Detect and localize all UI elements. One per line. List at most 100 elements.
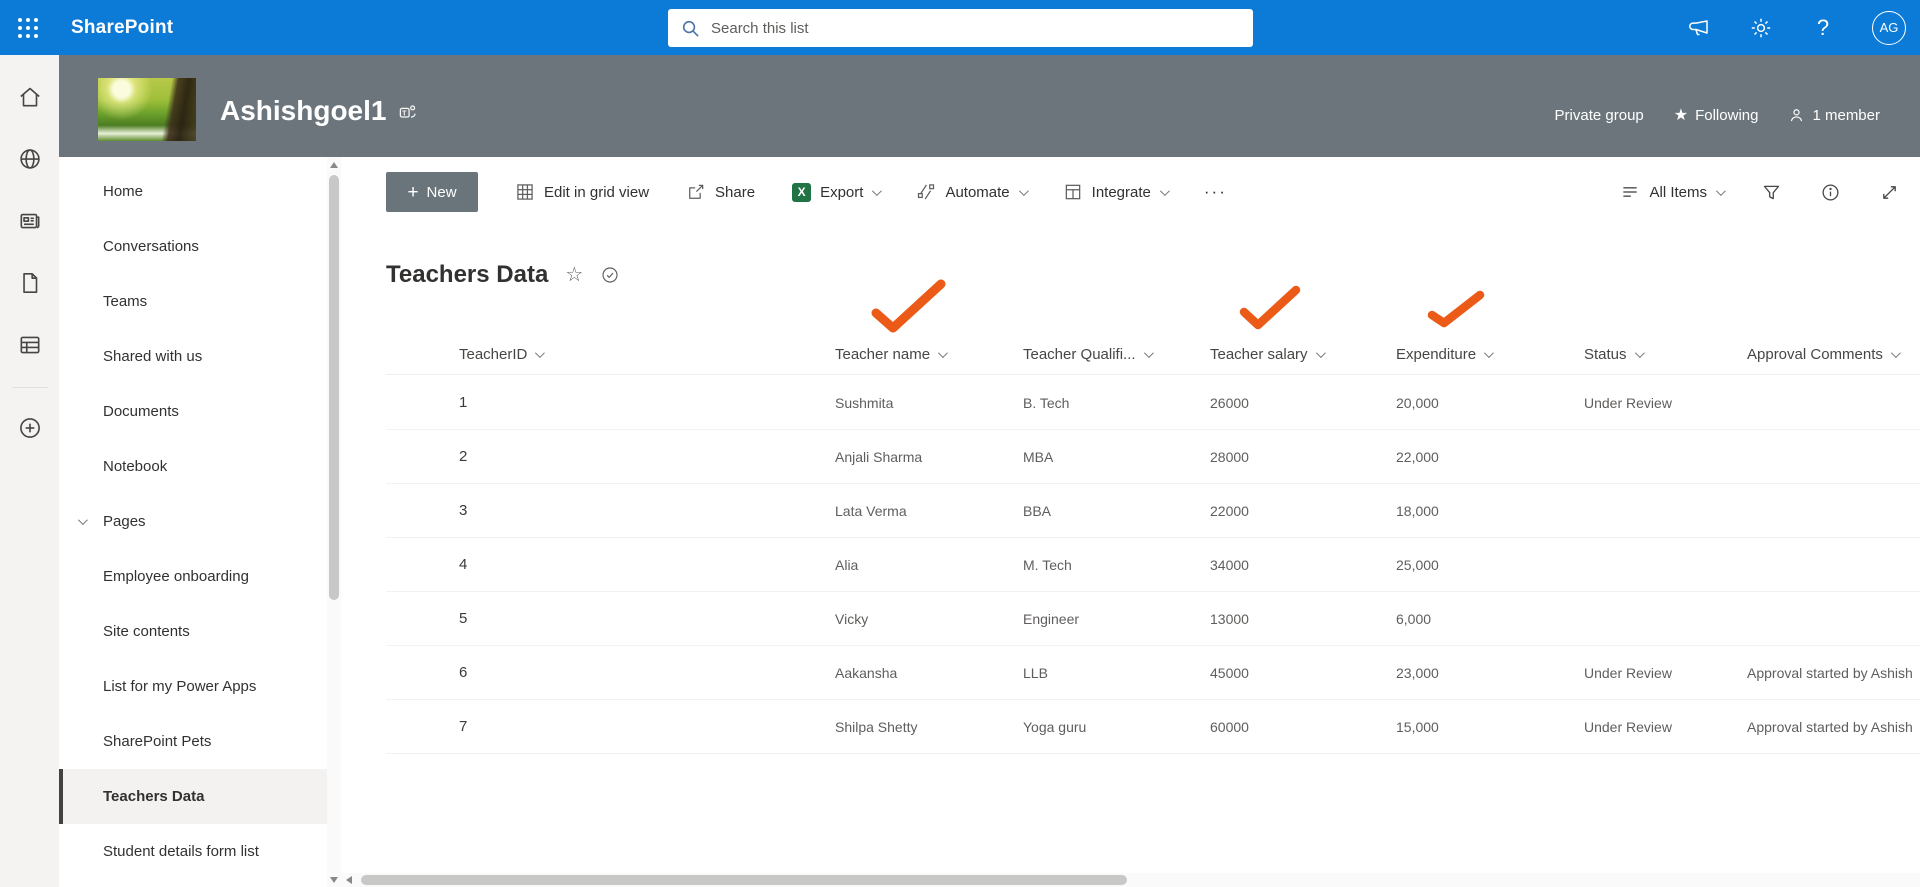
status-value: Under Review bbox=[1584, 718, 1672, 735]
person-icon bbox=[1788, 107, 1805, 124]
column-header-approval-comments[interactable]: Approval Comments bbox=[1747, 346, 1920, 363]
chevron-down-icon[interactable] bbox=[77, 515, 88, 526]
table-row[interactable]: 2 Anjali Sharma MBA 28000 22,000 bbox=[386, 430, 1920, 484]
scroll-left-arrow-icon[interactable] bbox=[346, 876, 352, 884]
list-view-main: + New Edit in grid view Share X Export A… bbox=[341, 157, 1920, 887]
table-header-row: TeacherID Teacher name Teacher Qualifi..… bbox=[386, 335, 1920, 375]
suite-app-name[interactable]: SharePoint bbox=[71, 17, 173, 39]
scroll-down-arrow-icon[interactable] bbox=[330, 877, 338, 883]
chevron-down-icon bbox=[1018, 185, 1029, 196]
column-header-teacher-name[interactable]: Teacher name bbox=[835, 346, 1023, 363]
chevron-down-icon bbox=[1143, 348, 1154, 359]
info-icon[interactable] bbox=[1820, 182, 1841, 203]
automate-button[interactable]: Automate bbox=[916, 182, 1029, 202]
table-row[interactable]: 1 Sushmita B. Tech 26000 20,000 Under Re… bbox=[386, 376, 1920, 430]
site-title[interactable]: Ashishgoel1 bbox=[220, 95, 386, 127]
filter-icon[interactable] bbox=[1761, 182, 1782, 203]
svg-text:T: T bbox=[403, 109, 408, 117]
command-bar-right: All Items bbox=[1620, 182, 1900, 203]
annotation-check-teacher-name bbox=[871, 279, 946, 333]
status-value: Under Review bbox=[1584, 394, 1672, 411]
column-header-teacher-qualification[interactable]: Teacher Qualifi... bbox=[1023, 346, 1210, 363]
annotation-check-expenditure bbox=[1427, 290, 1485, 328]
sidebar-item-sharepoint-pets[interactable]: SharePoint Pets bbox=[59, 714, 327, 769]
scrollbar-thumb[interactable] bbox=[361, 875, 1127, 885]
site-header: Ashishgoel1 T Private group ★ Following … bbox=[59, 55, 1920, 157]
chevron-down-icon bbox=[1634, 348, 1645, 359]
document-icon[interactable] bbox=[6, 259, 54, 307]
scroll-up-arrow-icon[interactable] bbox=[330, 162, 338, 168]
suite-bar: SharePoint ? AG bbox=[0, 0, 1920, 55]
megaphone-icon[interactable] bbox=[1686, 15, 1712, 41]
sidebar-scrollbar[interactable] bbox=[327, 157, 341, 887]
horizontal-scrollbar[interactable] bbox=[341, 873, 1920, 887]
integrate-icon bbox=[1063, 182, 1083, 202]
column-header-teacherid[interactable]: TeacherID bbox=[386, 346, 835, 363]
star-filled-icon: ★ bbox=[1673, 107, 1689, 124]
list-title: Teachers Data bbox=[386, 261, 549, 288]
column-header-expenditure[interactable]: Expenditure bbox=[1396, 346, 1584, 363]
share-icon bbox=[686, 182, 706, 202]
globe-icon[interactable] bbox=[6, 135, 54, 183]
sidebar-item-conversations[interactable]: Conversations bbox=[59, 219, 327, 274]
status-value: Under Review bbox=[1584, 664, 1672, 681]
fullscreen-expand-icon[interactable] bbox=[1879, 182, 1900, 203]
chevron-down-icon bbox=[1890, 348, 1901, 359]
column-header-teacher-salary[interactable]: Teacher salary bbox=[1210, 346, 1396, 363]
suite-right-icons: ? AG bbox=[1686, 0, 1906, 55]
chevron-down-icon bbox=[1715, 185, 1726, 196]
favorite-star-icon[interactable]: ☆ bbox=[565, 265, 583, 285]
table-row[interactable]: 3 Lata Verma BBA 22000 18,000 bbox=[386, 484, 1920, 538]
more-commands-button[interactable]: ··· bbox=[1204, 182, 1227, 202]
news-icon[interactable] bbox=[6, 197, 54, 245]
command-bar: + New Edit in grid view Share X Export A… bbox=[386, 170, 1900, 214]
sidebar-item-shared-with-us[interactable]: Shared with us bbox=[59, 329, 327, 384]
sidebar-item-teachers-data[interactable]: Teachers Data bbox=[59, 769, 327, 824]
app-launcher-waffle-icon[interactable] bbox=[0, 0, 55, 55]
sidebar-item-list-for-my-power-apps[interactable]: List for my Power Apps bbox=[59, 659, 327, 714]
sidebar-item-documents[interactable]: Documents bbox=[59, 384, 327, 439]
table-row[interactable]: 6 Aakansha LLB 45000 23,000 Under Review… bbox=[386, 646, 1920, 700]
automate-flow-icon bbox=[916, 182, 936, 202]
lists-icon[interactable] bbox=[6, 321, 54, 369]
site-logo-image[interactable] bbox=[98, 78, 196, 141]
integrate-button[interactable]: Integrate bbox=[1063, 182, 1170, 202]
chevron-down-icon bbox=[872, 185, 883, 196]
sidebar-item-pages[interactable]: Pages bbox=[59, 494, 327, 549]
account-avatar[interactable]: AG bbox=[1872, 10, 1906, 45]
sidebar-item-site-contents[interactable]: Site contents bbox=[59, 604, 327, 659]
chevron-down-icon bbox=[1315, 348, 1326, 359]
settings-gear-icon[interactable] bbox=[1748, 15, 1774, 41]
share-button[interactable]: Share bbox=[686, 182, 755, 202]
column-header-status[interactable]: Status bbox=[1584, 346, 1747, 363]
list-title-row: Teachers Data ☆ bbox=[386, 261, 620, 289]
table-row[interactable]: 4 Alia M. Tech 34000 25,000 bbox=[386, 538, 1920, 592]
search-box[interactable] bbox=[668, 9, 1253, 47]
chevron-down-icon bbox=[535, 348, 546, 359]
search-icon bbox=[680, 18, 701, 39]
edit-in-grid-view-button[interactable]: Edit in grid view bbox=[515, 182, 649, 202]
circle-check-icon[interactable] bbox=[600, 265, 620, 285]
search-input[interactable] bbox=[711, 19, 1241, 37]
sidebar-item-home[interactable]: Home bbox=[59, 164, 327, 219]
sidebar-item-notebook[interactable]: Notebook bbox=[59, 439, 327, 494]
help-icon[interactable]: ? bbox=[1810, 15, 1836, 41]
home-icon[interactable] bbox=[6, 73, 54, 121]
new-button[interactable]: + New bbox=[386, 172, 478, 212]
sidebar-item-employee-onboarding[interactable]: Employee onboarding bbox=[59, 549, 327, 604]
excel-icon: X bbox=[792, 182, 812, 202]
export-button[interactable]: X Export bbox=[792, 182, 883, 202]
create-plus-icon[interactable] bbox=[6, 404, 54, 452]
grid-icon bbox=[515, 182, 535, 202]
sharepoint-list-page: SharePoint ? AG bbox=[0, 0, 1920, 887]
members-count[interactable]: 1 member bbox=[1788, 107, 1880, 124]
sidebar-item-teams[interactable]: Teams bbox=[59, 274, 327, 329]
teams-icon[interactable]: T bbox=[398, 102, 417, 121]
scrollbar-thumb[interactable] bbox=[329, 175, 339, 600]
following-toggle[interactable]: ★ Following bbox=[1674, 105, 1759, 125]
sidebar-item-student-details-form-list[interactable]: Student details form list bbox=[59, 824, 327, 879]
table-row[interactable]: 5 Vicky Engineer 13000 6,000 bbox=[386, 592, 1920, 646]
table-row[interactable]: 7 Shilpa Shetty Yoga guru 60000 15,000 U… bbox=[386, 700, 1920, 754]
privacy-label: Private group bbox=[1554, 106, 1644, 124]
view-selector[interactable]: All Items bbox=[1620, 182, 1726, 202]
